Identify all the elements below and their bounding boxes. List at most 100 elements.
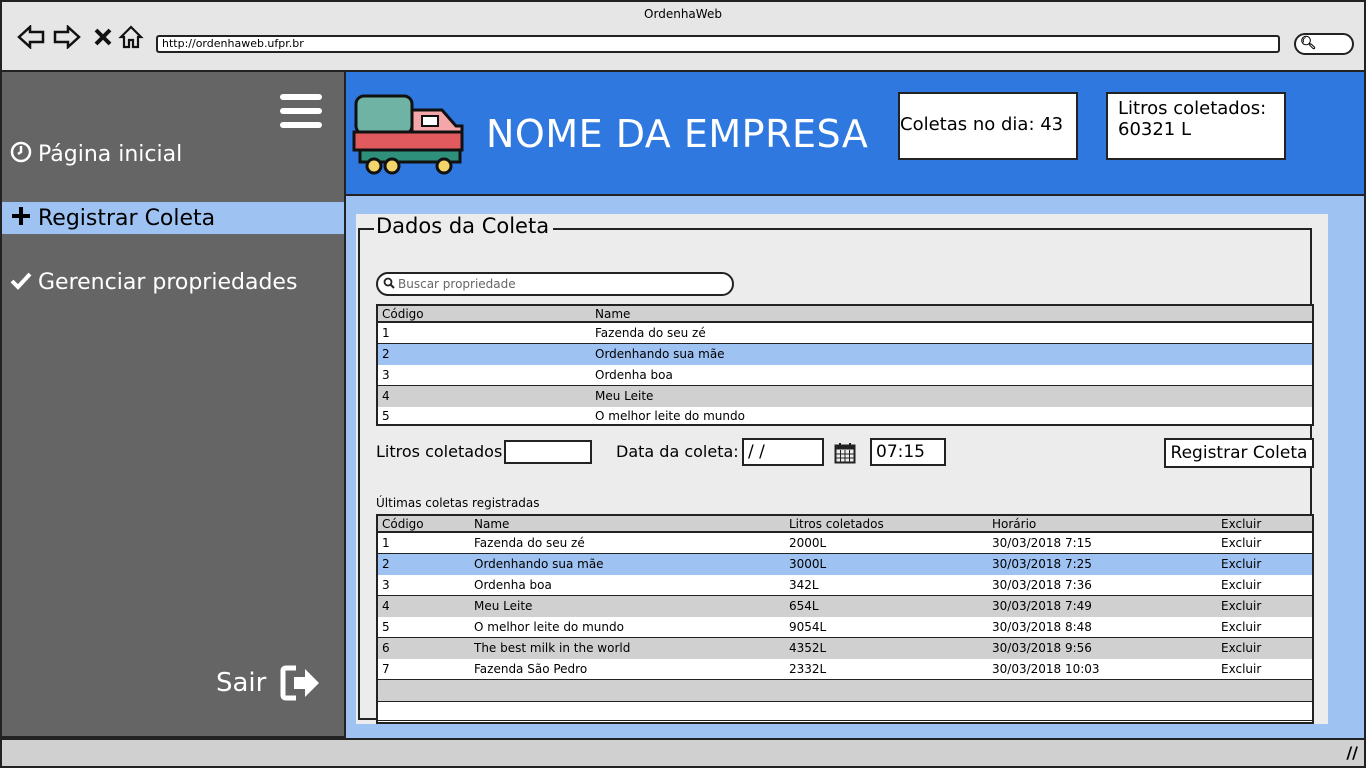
liters-stat-box: Litros coletados: 60321 L [1106, 92, 1286, 160]
cell-liters: 2000L [789, 536, 827, 550]
cell-code: 2 [382, 347, 390, 361]
collection-fieldset: Dados da Coleta Buscar propriedade Códig… [358, 214, 1314, 724]
forward-icon[interactable] [52, 22, 82, 52]
column-header: Excluir [1221, 517, 1262, 531]
cell-code: 7 [382, 662, 390, 676]
logout-button[interactable]: Sair [216, 664, 322, 702]
sidebar: Página inicial Registrar Coleta Gerencia… [0, 72, 346, 738]
properties-table: Código Name 1 Fazenda do seu zé 2 Ordenh… [376, 304, 1314, 426]
home-icon[interactable] [116, 22, 146, 52]
table-row[interactable]: 1 Fazenda do seu zé [378, 323, 1312, 344]
recent-collections-title: Últimas coletas registradas [376, 496, 540, 510]
collection-form-panel: Dados da Coleta Buscar propriedade Códig… [356, 214, 1328, 724]
cell-time: 30/03/2018 7:36 [992, 578, 1092, 592]
cell-liters: 4352L [789, 641, 827, 655]
cell-liters: 342L [789, 578, 819, 592]
table-row[interactable]: 4 Meu Leite 654L 30/03/2018 7:49 Excluir [378, 596, 1312, 617]
cell-time: 30/03/2018 7:49 [992, 599, 1092, 613]
cell-code: 2 [382, 557, 390, 571]
cell-code: 4 [382, 389, 390, 403]
register-collection-button[interactable]: Registrar Coleta [1164, 438, 1314, 468]
delete-link[interactable]: Excluir [1221, 575, 1261, 596]
resize-grip-icon[interactable]: // [1346, 743, 1358, 762]
cell-time: 30/03/2018 9:56 [992, 641, 1092, 655]
liters-input[interactable] [504, 440, 592, 464]
company-name: NOME DA EMPRESA [486, 112, 869, 156]
table-row[interactable]: 5 O melhor leite do mundo [378, 407, 1312, 426]
search-placeholder: Buscar propriedade [398, 277, 516, 291]
table-row[interactable]: 6 The best milk in the world 4352L 30/03… [378, 638, 1312, 659]
column-header: Name [474, 517, 510, 531]
liters-stat-value: 60321 L [1118, 119, 1192, 140]
menu-icon[interactable] [280, 94, 324, 130]
cell-time: 30/03/2018 10:03 [992, 662, 1100, 676]
table-header-row: Código Name Litros coletados Horário Exc… [378, 516, 1312, 533]
url-bar[interactable]: http://ordenhaweb.ufpr.br [156, 35, 1280, 53]
browser-chrome: OrdenhaWeb http://ordenhaweb.ufpr.br 🔍︎ [0, 0, 1366, 72]
delete-link[interactable]: Excluir [1221, 533, 1261, 554]
table-row[interactable]: 4 Meu Leite [378, 386, 1312, 407]
table-row-selected[interactable]: 2 Ordenhando sua mãe [378, 344, 1312, 365]
cell-code: 1 [382, 326, 390, 340]
liters-label: Litros coletados: [376, 442, 508, 461]
table-row-selected[interactable]: 2 Ordenhando sua mãe 3000L 30/03/2018 7:… [378, 554, 1312, 575]
cell-name: The best milk in the world [474, 641, 631, 655]
fieldset-legend: Dados da Coleta [374, 214, 554, 238]
logout-label: Sair [216, 668, 267, 698]
cell-code: 3 [382, 578, 390, 592]
table-row-empty [378, 680, 1312, 701]
time-input[interactable]: 07:15 [870, 438, 946, 466]
back-icon[interactable] [16, 22, 46, 52]
table-row[interactable]: 3 Ordenha boa [378, 365, 1312, 386]
table-row[interactable]: 1 Fazenda do seu zé 2000L 30/03/2018 7:1… [378, 533, 1312, 554]
column-header: Código [382, 307, 424, 321]
truck-icon [352, 90, 468, 176]
cell-name: Meu Leite [474, 599, 533, 613]
property-search-input[interactable]: Buscar propriedade [376, 272, 734, 296]
cell-code: 5 [382, 409, 390, 423]
cell-name: Ordenhando sua mãe [474, 557, 604, 571]
browser-search-box[interactable]: 🔍︎ [1294, 33, 1354, 55]
cell-code: 3 [382, 368, 390, 382]
sidebar-item-pagina-inicial[interactable]: Página inicial [2, 138, 344, 170]
table-row[interactable]: 7 Fazenda São Pedro 2332L 30/03/2018 10:… [378, 659, 1312, 680]
sign-out-icon [280, 664, 322, 702]
date-label: Data da coleta: [616, 442, 739, 461]
sidebar-item-gerenciar-propriedades[interactable]: Gerenciar propriedades [2, 266, 344, 298]
cell-code: 5 [382, 620, 390, 634]
cell-name: O melhor leite do mundo [474, 620, 624, 634]
sidebar-item-label: Gerenciar propriedades [38, 269, 298, 295]
collections-stat: Coletas no dia: 43 [900, 114, 1064, 135]
delete-link[interactable]: Excluir [1221, 659, 1261, 680]
cell-name: O melhor leite do mundo [595, 409, 745, 423]
check-icon [10, 269, 38, 296]
sidebar-item-label: Registrar Coleta [38, 205, 216, 231]
sidebar-item-registrar-coleta[interactable]: Registrar Coleta [2, 202, 344, 234]
table-row[interactable]: 5 O melhor leite do mundo 9054L 30/03/20… [378, 617, 1312, 638]
delete-link[interactable]: Excluir [1221, 638, 1261, 659]
main-content: Dados da Coleta Buscar propriedade Códig… [346, 196, 1366, 738]
cell-liters: 3000L [789, 557, 827, 571]
column-header: Horário [992, 517, 1037, 531]
column-header: Código [382, 517, 424, 531]
cell-name: Fazenda do seu zé [474, 536, 585, 550]
cell-liters: 654L [789, 599, 819, 613]
clock-icon [10, 141, 38, 168]
delete-link[interactable]: Excluir [1221, 617, 1261, 638]
cell-liters: 2332L [789, 662, 827, 676]
cell-code: 4 [382, 599, 390, 613]
status-bar: // [0, 738, 1366, 768]
cell-name: Fazenda São Pedro [474, 662, 588, 676]
cell-time: 30/03/2018 7:25 [992, 557, 1092, 571]
sidebar-item-label: Página inicial [38, 141, 183, 167]
table-row[interactable]: 3 Ordenha boa 342L 30/03/2018 7:36 Exclu… [378, 575, 1312, 596]
plus-icon [10, 205, 38, 232]
date-input[interactable]: / / [742, 438, 824, 466]
delete-link[interactable]: Excluir [1221, 554, 1261, 575]
column-header: Name [595, 307, 631, 321]
calendar-icon[interactable] [834, 442, 856, 464]
delete-link[interactable]: Excluir [1221, 596, 1261, 617]
stop-icon[interactable] [88, 22, 118, 52]
cell-name: Ordenha boa [474, 578, 552, 592]
cell-name: Ordenhando sua mãe [595, 347, 725, 361]
